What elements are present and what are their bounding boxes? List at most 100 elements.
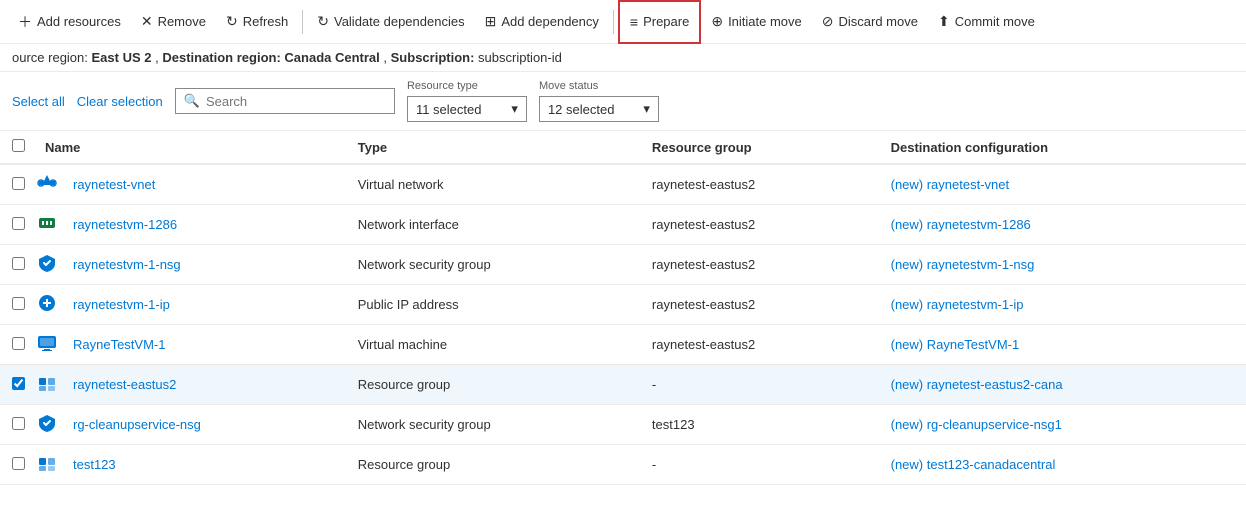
table-row: raynetest-vnet Virtual network raynetest… (0, 164, 1246, 205)
row-checkbox[interactable] (12, 377, 25, 390)
row-checkbox-cell (0, 325, 33, 365)
prepare-icon: ≡ (630, 14, 638, 30)
resource-icon-cell (33, 205, 61, 245)
prepare-label: Prepare (643, 14, 689, 29)
move-status-value: 12 selected (548, 102, 615, 117)
destination-link[interactable]: (new) raynetestvm-1286 (891, 217, 1031, 232)
destination-link[interactable]: (new) raynetest-vnet (891, 177, 1010, 192)
pip-icon (37, 301, 57, 316)
row-checkbox[interactable] (12, 417, 25, 430)
filter-bar: Select all Clear selection 🔍 Resource ty… (0, 72, 1246, 131)
row-checkbox[interactable] (12, 337, 25, 350)
resource-group-cell: raynetest-eastus2 (640, 325, 879, 365)
toolbar: ＋ Add resources ✕ Remove ↻ Refresh ↻ Val… (0, 0, 1246, 44)
move-status-label: Move status (539, 80, 659, 92)
resource-icon-cell (33, 365, 61, 405)
row-checkbox-cell (0, 205, 33, 245)
rg-icon (37, 461, 57, 476)
resource-group-cell: test123 (640, 405, 879, 445)
row-checkbox[interactable] (12, 297, 25, 310)
select-all-checkbox[interactable] (12, 139, 25, 152)
initiate-move-button[interactable]: ⊕ Initiate move (701, 0, 811, 44)
resource-type-dropdown[interactable]: 11 selected ▾ (407, 96, 527, 122)
row-checkbox-cell (0, 164, 33, 205)
destination-config-cell: (new) raynetest-eastus2-cana (879, 365, 1246, 405)
resource-group-cell: raynetest-eastus2 (640, 245, 879, 285)
sub-value: subscription-id (478, 50, 562, 65)
table-header: Name Type Resource group Destination con… (0, 131, 1246, 164)
resource-name-link[interactable]: raynetestvm-1-nsg (73, 257, 181, 272)
toolbar-separator-2 (613, 10, 614, 34)
row-checkbox[interactable] (12, 257, 25, 270)
clear-selection-link[interactable]: Clear selection (77, 94, 163, 109)
col-destination: Destination configuration (879, 131, 1246, 164)
row-checkbox[interactable] (12, 217, 25, 230)
col-name: Name (33, 131, 346, 164)
destination-config-cell: (new) raynetestvm-1-nsg (879, 245, 1246, 285)
destination-link[interactable]: (new) test123-canadacentral (891, 457, 1056, 472)
resources-table: Name Type Resource group Destination con… (0, 131, 1246, 485)
resource-name-link[interactable]: RayneTestVM-1 (73, 337, 165, 352)
search-input[interactable] (206, 94, 386, 109)
row-checkbox[interactable] (12, 457, 25, 470)
resource-type-cell: Network security group (346, 405, 640, 445)
header-checkbox-cell (0, 131, 33, 164)
row-checkbox[interactable] (12, 177, 25, 190)
resource-name-cell: RayneTestVM-1 (61, 325, 346, 365)
resource-name-link[interactable]: raynetestvm-1-ip (73, 297, 170, 312)
destination-link[interactable]: (new) raynetestvm-1-nsg (891, 257, 1035, 272)
validate-icon: ↻ (317, 13, 329, 30)
prepare-button[interactable]: ≡ Prepare (618, 0, 701, 44)
resource-name-link[interactable]: rg-cleanupservice-nsg (73, 417, 201, 432)
commit-move-button[interactable]: ⬆ Commit move (928, 0, 1045, 44)
table-row: test123 Resource group - (new) test123-c… (0, 445, 1246, 485)
rg-icon (37, 381, 57, 396)
resource-name-cell: raynetestvm-1286 (61, 205, 346, 245)
add-dependency-button[interactable]: ⊞ Add dependency (475, 0, 609, 44)
page-layout: ＋ Add resources ✕ Remove ↻ Refresh ↻ Val… (0, 0, 1246, 523)
resource-name-cell: rg-cleanupservice-nsg (61, 405, 346, 445)
destination-config-cell: (new) rg-cleanupservice-nsg1 (879, 405, 1246, 445)
resource-name-cell: test123 (61, 445, 346, 485)
resource-name-link[interactable]: raynetestvm-1286 (73, 217, 177, 232)
destination-link[interactable]: (new) raynetestvm-1-ip (891, 297, 1024, 312)
col-resource-group: Resource group (640, 131, 879, 164)
resource-name-link[interactable]: raynetest-vnet (73, 177, 155, 192)
resource-icon-cell (33, 245, 61, 285)
resource-type-filter-group: Resource type 11 selected ▾ (407, 80, 527, 122)
resource-name-link[interactable]: test123 (73, 457, 116, 472)
add-dependency-label: Add dependency (501, 14, 599, 29)
source-value: East US 2 (92, 50, 152, 65)
destination-link[interactable]: (new) raynetest-eastus2-cana (891, 377, 1063, 392)
initiate-icon: ⊕ (711, 13, 723, 30)
destination-link[interactable]: (new) RayneTestVM-1 (891, 337, 1020, 352)
move-status-dropdown[interactable]: 12 selected ▾ (539, 96, 659, 122)
move-status-filter-group: Move status 12 selected ▾ (539, 80, 659, 122)
table-row: rg-cleanupservice-nsg Network security g… (0, 405, 1246, 445)
discard-icon: ⊘ (822, 13, 834, 30)
resource-type-cell: Network security group (346, 245, 640, 285)
row-checkbox-cell (0, 245, 33, 285)
add-resources-button[interactable]: ＋ Add resources (8, 0, 131, 44)
row-checkbox-cell (0, 285, 33, 325)
refresh-button[interactable]: ↻ Refresh (216, 0, 298, 44)
resource-name-cell: raynetestvm-1-ip (61, 285, 346, 325)
resource-name-cell: raynetestvm-1-nsg (61, 245, 346, 285)
vm-icon (37, 341, 57, 356)
remove-icon: ✕ (141, 13, 153, 30)
refresh-label: Refresh (243, 14, 289, 29)
validate-label: Validate dependencies (334, 14, 465, 29)
resource-type-cell: Resource group (346, 445, 640, 485)
toolbar-separator-1 (302, 10, 303, 34)
resource-type-value: 11 selected (416, 102, 482, 117)
select-all-link[interactable]: Select all (12, 94, 65, 109)
search-box[interactable]: 🔍 (175, 88, 395, 114)
destination-link[interactable]: (new) rg-cleanupservice-nsg1 (891, 417, 1062, 432)
discard-move-button[interactable]: ⊘ Discard move (812, 0, 928, 44)
spacer2: , (383, 50, 390, 65)
resource-name-link[interactable]: raynetest-eastus2 (73, 377, 176, 392)
validate-dependencies-button[interactable]: ↻ Validate dependencies (307, 0, 474, 44)
remove-button[interactable]: ✕ Remove (131, 0, 216, 44)
move-status-chevron-icon: ▾ (643, 101, 650, 117)
nsg-icon (37, 421, 57, 436)
